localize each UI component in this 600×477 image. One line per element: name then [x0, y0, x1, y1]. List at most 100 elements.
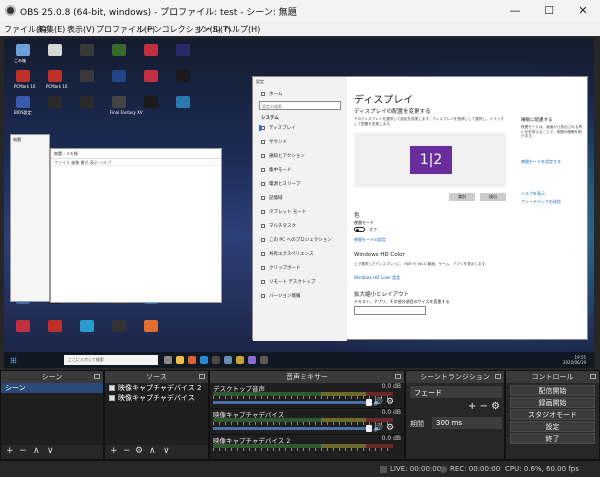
side-title: 睡眠に配慮する	[521, 118, 553, 123]
desktop-app-icon	[80, 320, 94, 332]
studio-mode-button[interactable]: スタジオモード	[510, 409, 595, 420]
mixer-channel: デスクトップ音声 0.0 dB 🔊 ⚙	[210, 383, 404, 409]
hdr-description: 上で選択したディスプレイに、HDR や WCG 動画、ゲーム、アプリを表示します…	[354, 262, 489, 266]
add-scene-button[interactable]: +	[6, 446, 14, 456]
desktop-app-icon	[80, 44, 94, 56]
minimize-button[interactable]: —	[498, 0, 532, 22]
duration-input[interactable]: 300 ms	[432, 417, 502, 429]
settings-home: ホーム	[261, 91, 282, 97]
remove-scene-button[interactable]: −	[19, 446, 27, 456]
firefox-icon	[188, 356, 196, 364]
desktop-app-icon	[144, 320, 158, 332]
taskbar-clock: 19:55 2020/06/19	[563, 355, 586, 365]
volume-slider[interactable]	[213, 427, 369, 430]
source-up-button[interactable]: ∧	[149, 446, 156, 456]
home-icon	[261, 91, 265, 96]
transition-gear-icon[interactable]: ⚙	[491, 401, 500, 412]
add-transition-button[interactable]: +	[468, 401, 476, 412]
transitions-header: シーントランジション	[406, 371, 504, 383]
scale-dropdown	[354, 306, 426, 315]
nav-icon	[261, 125, 265, 130]
settings-main: ディスプレイ ディスプレイの配置を変更する 下のディスプレイを選択して設定を変更…	[347, 77, 589, 341]
add-source-button[interactable]: +	[110, 446, 118, 456]
desktop-app-icon	[80, 70, 94, 82]
speaker-icon[interactable]: 🔊	[373, 423, 383, 432]
eye-icon[interactable]	[109, 385, 115, 391]
scenes-list: シーン	[1, 383, 103, 445]
desktop-app-icon	[112, 96, 126, 108]
settings-nav-label: この PC へのプロジェクション	[269, 238, 332, 243]
settings-search-input: 設定の検索	[259, 101, 341, 110]
title-bar: OBS 25.0.8 (64-bit, windows) - プロファイル: t…	[0, 0, 600, 22]
remove-source-button[interactable]: −	[123, 446, 131, 456]
remove-transition-button[interactable]: −	[480, 401, 488, 412]
controls-header: コントロール	[506, 371, 599, 383]
arrange-title: ディスプレイの配置を変更する	[354, 109, 431, 115]
list-item[interactable]: 映像キャプチャデバイス	[105, 393, 208, 403]
settings-nav-label: ディスプレイ	[269, 126, 296, 131]
settings-nav-item: 通知とアクション	[261, 153, 305, 159]
preview-canvas[interactable]: ごみ箱 PCMark 10 PCMark 10 BIOS設定 Final Fantasy…	[4, 38, 594, 368]
settings-section: システム	[261, 116, 279, 121]
start-recording-button[interactable]: 録画開始	[510, 397, 595, 408]
notepad-window: 無題 - メモ帳 ファイル 編集 書式 表示 ヘルプ	[50, 148, 222, 303]
transition-select[interactable]: フェード	[410, 386, 502, 398]
desktop-app-icon	[176, 96, 190, 108]
sources-list: 映像キャプチャデバイス 2 映像キャプチャデバイス	[105, 383, 208, 445]
menu-view[interactable]: 表示(V)	[67, 24, 95, 35]
list-item[interactable]: シーン	[1, 383, 103, 393]
start-streaming-button[interactable]: 配信開始	[510, 385, 595, 396]
volume-slider[interactable]	[213, 401, 369, 404]
scene-up-button[interactable]: ∧	[33, 446, 40, 456]
nav-icon	[261, 223, 265, 228]
settings-nav-item: ディスプレイ	[259, 125, 296, 131]
desktop-app-icon	[48, 96, 62, 108]
channel-db: 0.0 dB	[381, 409, 401, 416]
desktop-app-icon	[16, 320, 30, 332]
settings-nav-item: 記憶域	[261, 195, 283, 201]
dock-area: シーン シーン + − ∧ ∨ ソース 映像キャプチャデバイス 2 映像キャプチ…	[0, 370, 600, 460]
source-label: 映像キャプチャデバイス 2	[118, 384, 202, 392]
popout-icon[interactable]	[495, 374, 501, 379]
list-item[interactable]: 映像キャプチャデバイス 2	[105, 383, 208, 393]
desktop-app-icon	[80, 96, 94, 108]
nav-icon	[261, 167, 265, 172]
desktop-app-icon	[48, 44, 62, 56]
settings-button[interactable]: 設定	[510, 421, 595, 432]
settings-nav-item: この PC へのプロジェクション	[261, 237, 332, 243]
desktop-app-icon	[144, 70, 158, 82]
menu-help[interactable]: ヘルプ(H)	[224, 24, 260, 35]
popout-icon[interactable]	[199, 374, 205, 379]
speaker-icon[interactable]: 🔊	[373, 397, 383, 406]
display-arrangement: 1|2	[354, 133, 506, 187]
volume-knob[interactable]	[366, 399, 372, 406]
scene-down-button[interactable]: ∨	[47, 446, 54, 456]
transition-controls: + − ⚙	[468, 401, 500, 412]
gear-icon[interactable]: ⚙	[386, 397, 394, 407]
settings-home-label: ホーム	[269, 92, 283, 97]
side-description: 夜間モードは、画面から放出される青い光を抑えることで、夜間の睡眠を助けます。	[521, 125, 583, 138]
menu-edit[interactable]: 編集(E)	[38, 24, 65, 35]
settings-nav-item: サウンド	[261, 139, 287, 145]
sources-dock: ソース 映像キャプチャデバイス 2 映像キャプチャデバイス + − ⚙ ∧ ∨	[104, 370, 209, 460]
sources-title: ソース	[146, 373, 167, 381]
popout-icon[interactable]	[94, 374, 100, 379]
source-properties-button[interactable]: ⚙	[135, 446, 143, 456]
desktop-app-icon	[16, 44, 30, 56]
scale-title: 拡大縮小とレイアウト	[354, 292, 410, 298]
popout-icon[interactable]	[590, 374, 596, 379]
gear-icon[interactable]: ⚙	[386, 423, 394, 433]
nav-icon	[261, 293, 265, 298]
settings-task-icon	[248, 356, 256, 364]
source-down-button[interactable]: ∨	[163, 446, 170, 456]
eye-icon[interactable]	[109, 395, 115, 401]
popout-icon[interactable]	[395, 374, 401, 379]
exit-button[interactable]: 終了	[510, 433, 595, 444]
close-button[interactable]: ✕	[566, 0, 600, 22]
volume-knob[interactable]	[366, 425, 372, 432]
maximize-button[interactable]: ☐	[532, 0, 566, 22]
obs-logo-icon	[5, 5, 16, 16]
desktop-app-icon	[144, 44, 158, 56]
mixer-header: 音声ミキサー	[210, 371, 404, 383]
mixer-channel: 映像キャプチャデバイス 0.0 dB 🔊 ⚙	[210, 409, 404, 435]
